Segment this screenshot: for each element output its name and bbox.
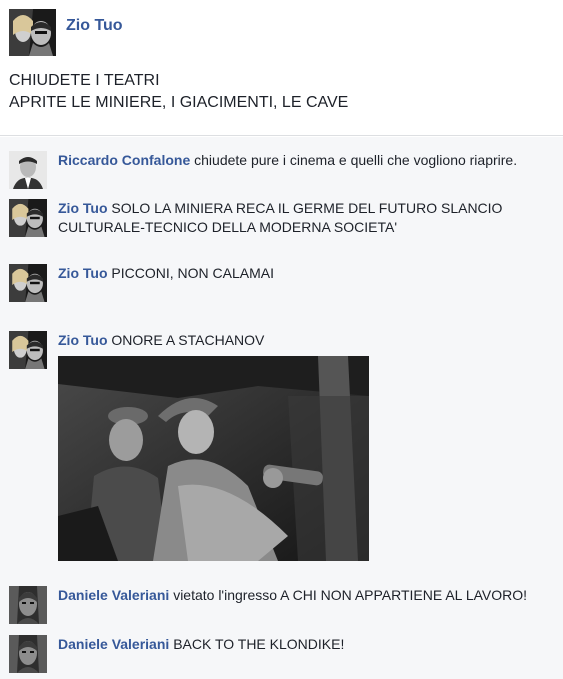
comment-author[interactable]: Zio Tuo (58, 332, 108, 348)
comment-text: ONORE A STACHANOV (111, 332, 265, 348)
comment-body: Zio Tuo ONORE A STACHANOV (58, 331, 550, 350)
post-author-name[interactable]: Zio Tuo (66, 17, 123, 35)
post: Zio Tuo CHIUDETE I TEATRI APRITE LE MINI… (0, 0, 563, 136)
comment-text: SOLO LA MINIERA RECA IL GERME DEL FUTURO… (58, 200, 503, 235)
comment-body: Riccardo Confalone chiudete pure i cinem… (58, 151, 550, 170)
comment: Daniele Valeriani vietato l'ingresso A C… (9, 586, 554, 626)
comment-author[interactable]: Daniele Valeriani (58, 587, 169, 603)
comment-author[interactable]: Zio Tuo (58, 265, 108, 281)
comment-text: BACK TO THE KLONDIKE! (173, 636, 345, 652)
comment-body: Zio Tuo PICCONI, NON CALAMAI (58, 264, 550, 283)
comment-text: chiudete pure i cinema e quelli che vogl… (194, 152, 518, 168)
commenter-avatar[interactable] (9, 264, 47, 302)
post-text-line: APRITE LE MINIERE, I GIACIMENTI, LE CAVE (9, 94, 349, 111)
commenter-avatar[interactable] (9, 331, 47, 369)
comment-body: Zio Tuo SOLO LA MINIERA RECA IL GERME DE… (58, 199, 550, 237)
comment: Zio Tuo PICCONI, NON CALAMAI (9, 264, 554, 304)
commenter-avatar[interactable] (9, 199, 47, 237)
comment-body: Daniele Valeriani vietato l'ingresso A C… (58, 586, 550, 605)
commenter-avatar[interactable] (9, 635, 47, 673)
post-text-line: CHIUDETE I TEATRI (9, 72, 160, 89)
comment: Riccardo Confalone chiudete pure i cinem… (9, 151, 554, 191)
author-avatar[interactable] (9, 9, 56, 56)
comment: Zio Tuo ONORE A STACHANOV (9, 331, 554, 563)
comment: Daniele Valeriani BACK TO THE KLONDIKE! (9, 635, 554, 675)
comments-section: Riccardo Confalone chiudete pure i cinem… (0, 137, 563, 679)
commenter-avatar[interactable] (9, 586, 47, 624)
post-text: CHIUDETE I TEATRI APRITE LE MINIERE, I G… (9, 70, 348, 114)
comment-text: PICCONI, NON CALAMAI (111, 265, 274, 281)
comment-author[interactable]: Riccardo Confalone (58, 152, 190, 168)
comment-author[interactable]: Daniele Valeriani (58, 636, 169, 652)
comment-body: Daniele Valeriani BACK TO THE KLONDIKE! (58, 635, 550, 654)
comment: Zio Tuo SOLO LA MINIERA RECA IL GERME DE… (9, 199, 554, 241)
comment-text: vietato l'ingresso A CHI NON APPARTIENE … (173, 587, 528, 603)
commenter-avatar[interactable] (9, 151, 47, 189)
comment-author[interactable]: Zio Tuo (58, 200, 108, 216)
comment-photo-miners[interactable] (58, 356, 369, 561)
